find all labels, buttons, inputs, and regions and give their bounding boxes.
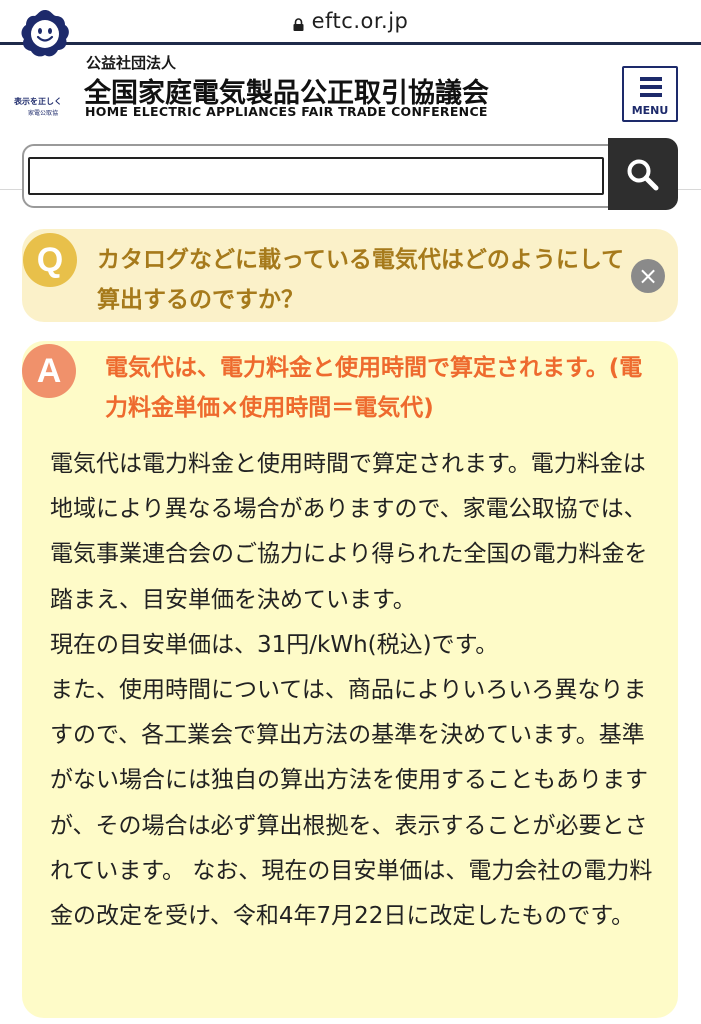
answer-badge: A	[22, 344, 76, 398]
answer-body: 電気代は電力料金と使用時間で算定されます。電力料金は地域により異なる場合がありま…	[50, 442, 656, 939]
menu-label: MENU	[631, 104, 669, 117]
question-text: カタログなどに載っている電気代はどのようにして算出するのですか？	[97, 247, 625, 313]
hamburger-icon-bar	[640, 85, 662, 89]
browser-url-bar[interactable]: eftc.or.jp	[0, 0, 701, 42]
hamburger-icon-bar	[640, 93, 662, 97]
logo-caption-sub: 家電公取協	[28, 110, 59, 117]
org-name-english: HOME ELECTRIC APPLIANCES FAIR TRADE CONF…	[85, 104, 488, 119]
hamburger-icon	[640, 77, 662, 81]
header-top-border	[0, 42, 701, 45]
search-button[interactable]	[608, 138, 678, 210]
answer-paragraph: 電気代は電力料金と使用時間で算定されます。電力料金は地域により異なる場合がありま…	[50, 451, 648, 613]
org-type: 公益社団法人	[86, 54, 177, 72]
smiley-mascot-logo-icon[interactable]	[18, 8, 72, 62]
question-badge: Q	[23, 233, 77, 287]
menu-button[interactable]: MENU	[622, 66, 678, 122]
lock-icon	[293, 16, 304, 31]
search-input-frame[interactable]	[22, 144, 610, 208]
search-input[interactable]	[28, 157, 604, 195]
close-icon: ×	[637, 262, 659, 290]
answer-paragraph: 現在の目安単価は、31円/kWh(税込)です。	[50, 631, 499, 658]
url-text: eftc.or.jp	[311, 9, 409, 33]
search-icon	[627, 159, 659, 191]
answer-title: 電気代は、電力料金と使用時間で算定されます。(電力料金単価×使用時間＝電気代)	[105, 355, 643, 421]
close-button[interactable]: ×	[631, 259, 665, 293]
answer-paragraph: また、使用時間については、商品によりいろいろ異なりますので、各工業会で算出方法の…	[50, 677, 653, 930]
logo-caption: 表示を正しく	[14, 97, 62, 106]
